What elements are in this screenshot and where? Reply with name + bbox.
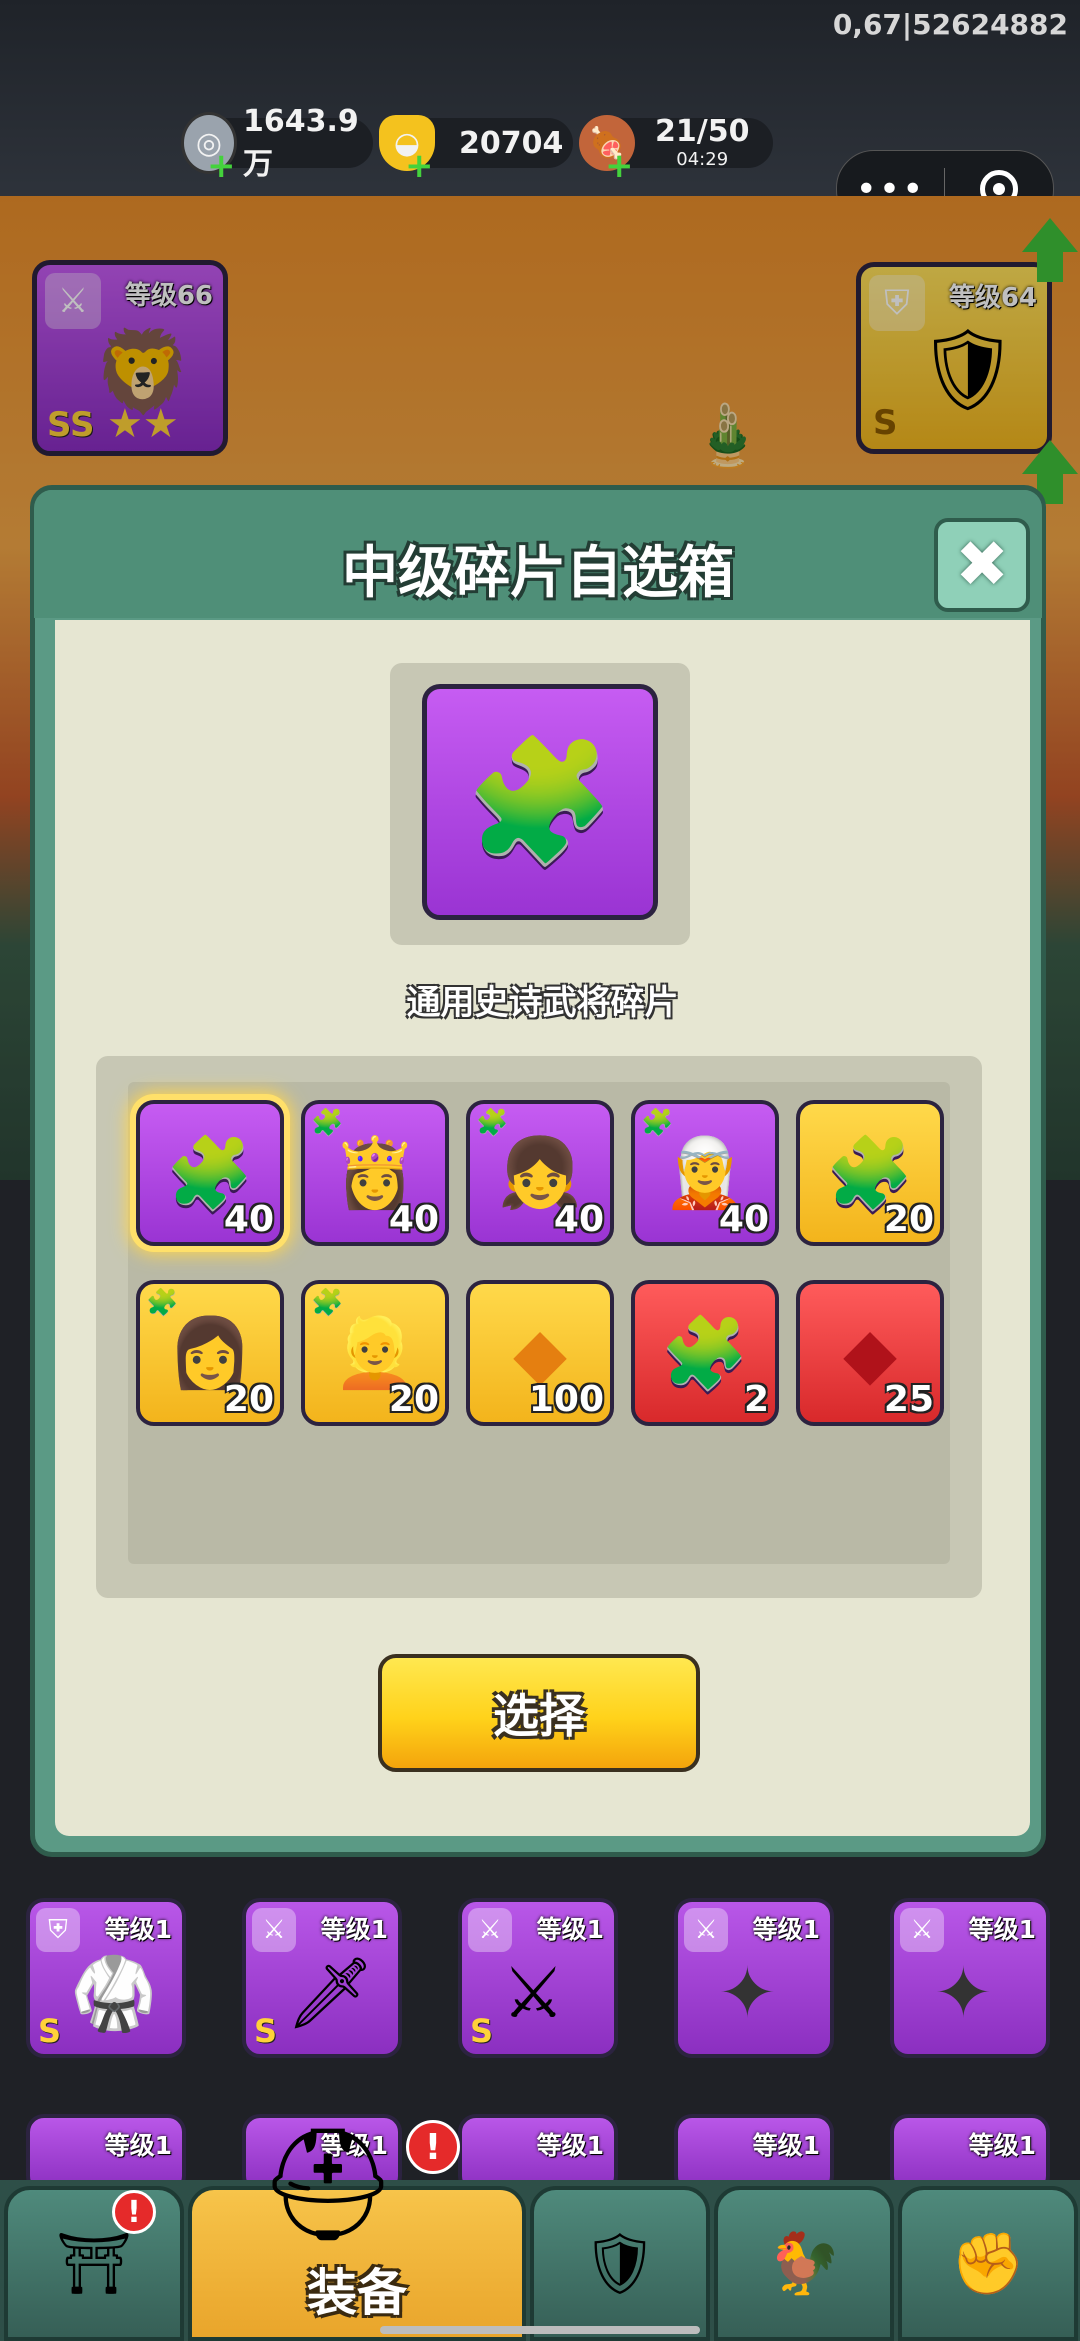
- equipment-level: 等级1: [104, 2131, 172, 2160]
- equipment-level: 等级1: [968, 1915, 1036, 1944]
- fragment-corner-icon: 🧩: [146, 1288, 179, 1318]
- item-count: 20: [388, 1379, 439, 1420]
- home-indicator[interactable]: [380, 2326, 700, 2334]
- item-count: 2: [743, 1379, 769, 1420]
- equipment-grade: S: [38, 2012, 62, 2050]
- shuriken-icon: ✦: [718, 1952, 777, 2034]
- armor-slot-icon: ⛨: [36, 1908, 80, 1952]
- nav-tab-upgrade[interactable]: ✊: [898, 2186, 1078, 2341]
- saber-icon: 🗡: [286, 1952, 375, 2034]
- weapon-slot-icon: ⚔: [900, 1908, 944, 1952]
- puzzle-icon: 🧩: [166, 1132, 254, 1214]
- close-icon: ✖: [955, 528, 1009, 602]
- equipment-grade: S: [470, 2012, 494, 2050]
- fragment-corner-icon: 🧩: [311, 1108, 344, 1138]
- fist-upgrade-icon: ✊: [950, 2229, 1026, 2299]
- item-tile-generic-legend-fragment[interactable]: 🧩 20: [796, 1100, 944, 1246]
- item-count: 20: [223, 1379, 274, 1420]
- gold-value: 20704: [459, 125, 564, 161]
- item-count: 40: [388, 1199, 439, 1240]
- notification-badge-icon: !: [112, 2190, 156, 2234]
- equipment-level: 等级1: [968, 2131, 1036, 2160]
- stamina-resource[interactable]: 🍖 21/50 04:29 +: [579, 114, 773, 186]
- equipment-tile[interactable]: ⚔ 等级1 🗡 S: [242, 1898, 402, 2058]
- preview-item-name: 通用史诗武将碎片: [406, 983, 679, 1023]
- puzzle-icon: 🧩: [826, 1132, 914, 1214]
- item-count: 25: [883, 1379, 934, 1420]
- item-tile-generic-red-fragment[interactable]: 🧩 2: [631, 1280, 779, 1426]
- nav-tab-gate[interactable]: ⛩: [4, 2186, 184, 2341]
- equipment-tile[interactable]: ⚔ 等级1 ⚔ S: [458, 1898, 618, 2058]
- item-tile-red-crystal[interactable]: ◆ 25: [796, 1280, 944, 1426]
- close-button[interactable]: ✖: [934, 518, 1030, 612]
- nav-tab-heroes[interactable]: 🐓: [714, 2186, 894, 2341]
- notification-badge-icon: !: [406, 2120, 460, 2174]
- equipment-tile[interactable]: ⚔ 等级1 ✦: [674, 1898, 834, 2058]
- equipment-grade: S: [254, 2012, 278, 2050]
- add-gold-icon[interactable]: +: [405, 146, 434, 186]
- item-count: 100: [528, 1379, 604, 1420]
- item-tile-hero-fragment-1[interactable]: 🧩 👸 40: [301, 1100, 449, 1246]
- item-tile-generic-epic-fragment[interactable]: 🧩 40: [136, 1100, 284, 1246]
- select-button[interactable]: 选择: [378, 1654, 700, 1772]
- gold-resource[interactable]: ◒ 20704 +: [379, 115, 573, 186]
- item-count: 20: [883, 1199, 934, 1240]
- puzzle-icon: 🧩: [661, 1312, 749, 1394]
- equipment-tile[interactable]: ⛨ 等级1 🥋 S: [26, 1898, 186, 2058]
- weapon-slot-icon: ⚔: [684, 1908, 728, 1952]
- equipment-level: 等级1: [320, 1915, 388, 1944]
- silver-value: 1643.9万: [242, 103, 359, 182]
- equipment-level: 等级1: [104, 1915, 172, 1944]
- puzzle-icon: 🧩: [465, 732, 615, 871]
- item-tile-hero-fragment-2[interactable]: 🧩 👧 40: [466, 1100, 614, 1246]
- shield-swords-icon: 🛡: [581, 2229, 659, 2299]
- item-tile-gold-crystal[interactable]: ◆ 100: [466, 1280, 614, 1426]
- fragment-corner-icon: 🧩: [311, 1288, 344, 1318]
- equipment-level: 等级1: [536, 2131, 604, 2160]
- shuriken-icon: ✦: [934, 1952, 993, 2034]
- equipment-level: 等级1: [536, 1915, 604, 1944]
- silver-resource[interactable]: ◎ 1643.9万 +: [181, 104, 373, 186]
- nav-tab-arena[interactable]: 🛡: [530, 2186, 710, 2341]
- helmet-icon: ⛑: [258, 2120, 398, 2248]
- hero-icon: 🐓: [766, 2229, 842, 2299]
- equipment-tile[interactable]: ⚔ 等级1 ✦: [890, 1898, 1050, 2058]
- item-count: 40: [553, 1199, 604, 1240]
- nav-tab-label: 装备: [307, 2263, 407, 2322]
- weapon-slot-icon: ⚔: [252, 1908, 296, 1952]
- debug-id-text: 0,67|52624882: [832, 8, 1068, 41]
- add-stamina-icon[interactable]: +: [605, 146, 634, 186]
- item-tile-hero-fragment-4[interactable]: 🧩 👩 20: [136, 1280, 284, 1426]
- gate-icon: ⛩: [55, 2229, 133, 2299]
- item-count: 40: [223, 1199, 274, 1240]
- crossed-swords-icon: ⚔: [502, 1952, 565, 2034]
- dialog-title: 中级碎片自选箱: [342, 541, 734, 606]
- equipment-level: 等级1: [752, 1915, 820, 1944]
- item-count: 40: [718, 1199, 769, 1240]
- armor-icon: 🥋: [70, 1952, 158, 2034]
- preview-item: 🧩: [422, 684, 658, 920]
- fragment-corner-icon: 🧩: [476, 1108, 509, 1138]
- weapon-slot-icon: ⚔: [468, 1908, 512, 1952]
- stamina-timer: 04:29: [676, 149, 729, 170]
- item-tile-hero-fragment-5[interactable]: 🧩 👱 20: [301, 1280, 449, 1426]
- add-silver-icon[interactable]: +: [207, 146, 236, 186]
- item-tile-hero-fragment-3[interactable]: 🧩 🧝 40: [631, 1100, 779, 1246]
- equipment-level: 等级1: [752, 2131, 820, 2160]
- stamina-value: 21/50: [655, 114, 750, 149]
- fragment-corner-icon: 🧩: [641, 1108, 674, 1138]
